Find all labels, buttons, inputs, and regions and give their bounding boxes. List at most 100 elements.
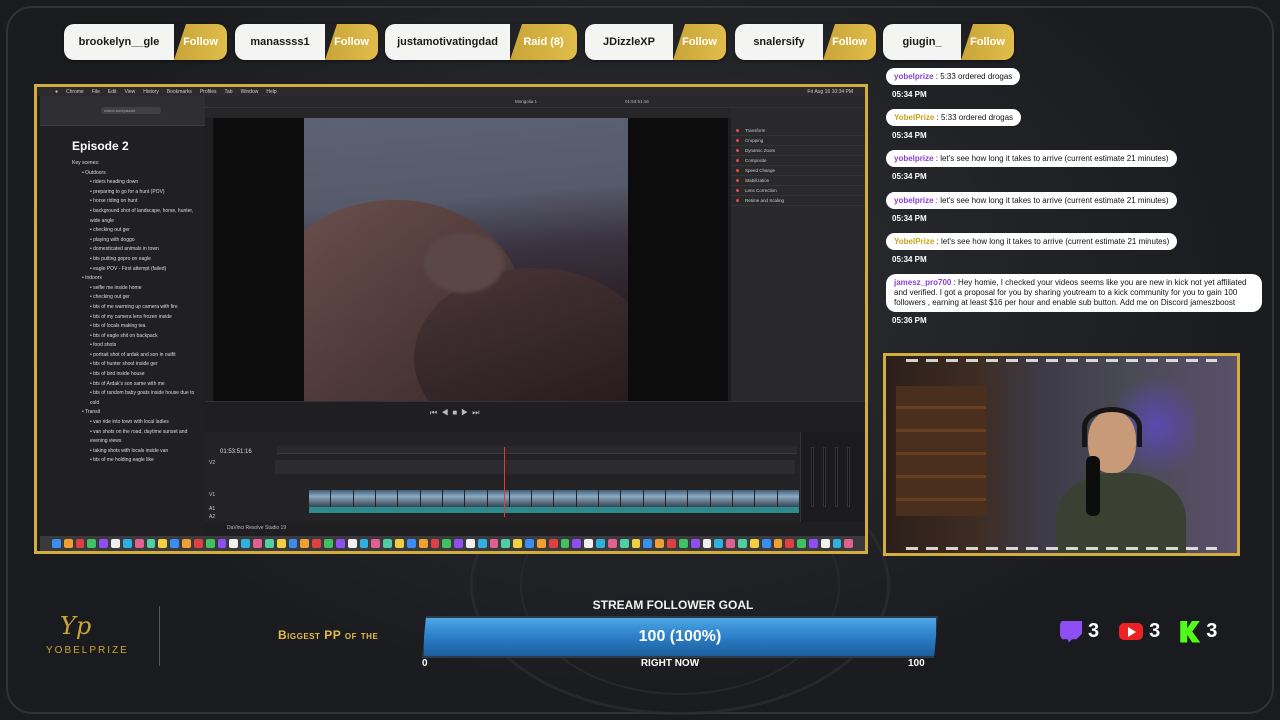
timeline-ruler[interactable]: [277, 446, 797, 454]
clip-thumbnail[interactable]: [465, 490, 487, 508]
menu-item[interactable]: Profiles: [200, 89, 217, 95]
dock-app-icon[interactable]: [560, 539, 570, 548]
dock-app-icon[interactable]: [300, 539, 310, 548]
dock-app-icon[interactable]: [122, 539, 132, 548]
clip-thumbnail[interactable]: [532, 490, 554, 508]
clip-thumbnail[interactable]: [375, 490, 398, 508]
clip-thumbnail[interactable]: [398, 490, 420, 508]
dock-app-icon[interactable]: [229, 539, 239, 548]
clip-thumbnail[interactable]: [688, 490, 710, 508]
audio-track[interactable]: [309, 507, 799, 513]
dock-app-icon[interactable]: [773, 539, 783, 548]
clip-thumbnail[interactable]: [777, 490, 799, 508]
dock-app-icon[interactable]: [418, 539, 428, 548]
inspector-row[interactable]: Cropping: [731, 136, 865, 146]
dock-app-icon[interactable]: [832, 539, 842, 548]
clip-thumbnail[interactable]: [309, 490, 331, 508]
dock-app-icon[interactable]: [726, 539, 736, 548]
playback-buttons[interactable]: ⏮◀■▶⏭: [430, 408, 484, 418]
clip-thumbnail[interactable]: [599, 490, 621, 508]
dock-app-icon[interactable]: [655, 539, 665, 548]
dock-app-icon[interactable]: [253, 539, 262, 548]
dock-app-icon[interactable]: [347, 539, 357, 548]
dock-app-icon[interactable]: [572, 539, 582, 548]
inspector-row[interactable]: Retime and Scaling: [731, 196, 865, 206]
dock-app-icon[interactable]: [749, 539, 759, 548]
dock-app-icon[interactable]: [430, 539, 440, 548]
dock-app-icon[interactable]: [501, 539, 511, 548]
clip-thumbnail[interactable]: [643, 490, 665, 508]
dock-app-icon[interactable]: [276, 539, 286, 548]
clip-thumbnail[interactable]: [420, 490, 442, 508]
clip-thumbnail[interactable]: [353, 490, 375, 508]
clip-thumbnail[interactable]: [621, 490, 643, 508]
dock-app-icon[interactable]: [134, 539, 144, 548]
menu-item[interactable]: Tab: [225, 89, 233, 95]
dock-app-icon[interactable]: [714, 539, 724, 548]
dock-app-icon[interactable]: [525, 539, 534, 548]
dock-app-icon[interactable]: [702, 539, 712, 548]
clip-thumbnail[interactable]: [442, 490, 465, 508]
dock-app-icon[interactable]: [809, 539, 818, 548]
dock-app-icon[interactable]: [146, 539, 156, 548]
clip-thumbnail[interactable]: [509, 490, 532, 508]
dock-app-icon[interactable]: [596, 539, 605, 548]
dock-app-icon[interactable]: [477, 539, 487, 548]
timeline-panel[interactable]: 01:53:51:16 V2 V1 A1 A2: [205, 432, 800, 522]
dock-app-icon[interactable]: [513, 539, 523, 548]
dock-app-icon[interactable]: [75, 539, 85, 548]
dock-app-icon[interactable]: [359, 539, 369, 548]
dock-app-icon[interactable]: [738, 539, 747, 548]
dock-app-icon[interactable]: [690, 539, 700, 548]
dock-app-icon[interactable]: [785, 539, 795, 548]
dock-app-icon[interactable]: [797, 539, 806, 548]
clip-thumbnail[interactable]: [666, 490, 688, 508]
dock-app-icon[interactable]: [383, 539, 393, 548]
clip-thumbnail[interactable]: [755, 490, 777, 508]
dock-app-icon[interactable]: [288, 539, 298, 548]
dock-app-icon[interactable]: [395, 539, 404, 548]
dock-app-icon[interactable]: [52, 539, 61, 548]
dock-app-icon[interactable]: [619, 539, 629, 548]
dock-app-icon[interactable]: [193, 539, 203, 548]
dock-app-icon[interactable]: [241, 539, 251, 548]
dock-app-icon[interactable]: [324, 539, 333, 548]
dock-app-icon[interactable]: [170, 539, 180, 548]
inspector-row[interactable]: Speed Change: [731, 166, 865, 176]
inspector-row[interactable]: Dynamic Zoom: [731, 146, 865, 156]
inspector-row[interactable]: Lens Correction: [731, 186, 865, 196]
menu-item[interactable]: Edit: [108, 89, 117, 95]
clip-thumbnail[interactable]: [732, 490, 755, 508]
dock-app-icon[interactable]: [335, 539, 345, 548]
dock-app-icon[interactable]: [63, 539, 73, 548]
dock-app-icon[interactable]: [548, 539, 558, 548]
dock-app-icon[interactable]: [264, 539, 274, 548]
menu-item[interactable]: File: [92, 89, 100, 95]
dock-app-icon[interactable]: [607, 539, 617, 548]
dock-app-icon[interactable]: [584, 539, 594, 548]
dock-app-icon[interactable]: [454, 539, 463, 548]
inspector-row[interactable]: Transform: [731, 126, 865, 136]
clip-thumbnail[interactable]: [554, 490, 576, 508]
dock-app-icon[interactable]: [536, 539, 546, 548]
dock-app-icon[interactable]: [182, 539, 191, 548]
menu-item[interactable]: View: [125, 89, 136, 95]
dock-app-icon[interactable]: [465, 539, 475, 548]
dock-app-icon[interactable]: [99, 539, 109, 548]
dock-app-icon[interactable]: [844, 539, 854, 548]
dock-app-icon[interactable]: [820, 539, 830, 548]
timeline-playhead[interactable]: [504, 447, 505, 517]
menu-item[interactable]: Bookmarks: [167, 89, 192, 95]
menu-item[interactable]: Window: [241, 89, 259, 95]
clip-thumbnail[interactable]: [710, 490, 732, 508]
clip-thumbnail[interactable]: [331, 490, 353, 508]
dock-app-icon[interactable]: [205, 539, 215, 548]
apple-icon[interactable]: ●: [55, 89, 58, 95]
dock-app-icon[interactable]: [87, 539, 97, 548]
dock-app-icon[interactable]: [371, 539, 381, 548]
video-clips[interactable]: [309, 490, 799, 508]
dock-app-icon[interactable]: [111, 539, 120, 548]
dock-app-icon[interactable]: [406, 539, 416, 548]
inspector-row[interactable]: Stabilization: [731, 176, 865, 186]
dock-app-icon[interactable]: [312, 539, 322, 548]
